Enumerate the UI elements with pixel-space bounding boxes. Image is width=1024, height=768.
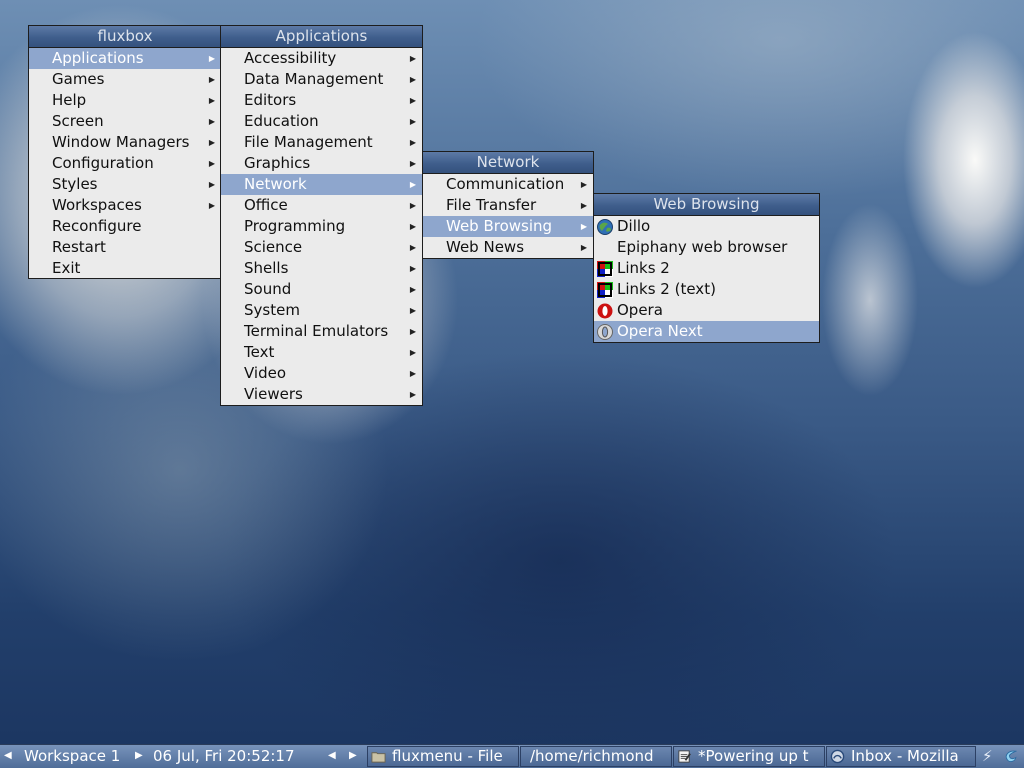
submenu-arrow-icon: ▶ bbox=[409, 264, 416, 273]
menu-item-communication[interactable]: Communication ▶ bbox=[423, 174, 593, 195]
applications-menu: Applications Accessibility ▶ Data Managem… bbox=[220, 25, 423, 406]
submenu-arrow-icon: ▶ bbox=[208, 138, 215, 147]
submenu-arrow-icon: ▶ bbox=[409, 75, 416, 84]
submenu-arrow-icon: ▶ bbox=[409, 243, 416, 252]
menu-item-education[interactable]: Education ▶ bbox=[221, 111, 422, 132]
menu-item-office[interactable]: Office ▶ bbox=[221, 195, 422, 216]
menu-item-configuration[interactable]: Configuration ▶ bbox=[29, 153, 221, 174]
submenu-arrow-icon: ▶ bbox=[208, 201, 215, 210]
dillo-icon bbox=[597, 219, 613, 235]
task-inbox-mozilla[interactable]: Inbox - Mozilla bbox=[826, 746, 976, 767]
opera-next-icon bbox=[597, 324, 613, 340]
submenu-arrow-icon: ▶ bbox=[409, 327, 416, 336]
fluxbox-root-menu: fluxbox Applications ▶ Games ▶ Help ▶ Scree… bbox=[28, 25, 222, 279]
menu-item-restart[interactable]: Restart bbox=[29, 237, 221, 258]
submenu-arrow-icon: ▶ bbox=[409, 390, 416, 399]
workspace-prev-button[interactable]: ◀ bbox=[4, 745, 18, 768]
web-browsing-menu-title: Web Browsing bbox=[594, 194, 819, 216]
submenu-arrow-icon: ▶ bbox=[409, 222, 416, 231]
submenu-arrow-icon: ▶ bbox=[580, 180, 587, 189]
network-menu-title: Network bbox=[423, 152, 593, 174]
links-icon bbox=[597, 261, 613, 277]
submenu-arrow-icon: ▶ bbox=[208, 75, 215, 84]
menu-item-opera-next[interactable]: Opera Next bbox=[594, 321, 819, 342]
submenu-arrow-icon: ▶ bbox=[409, 201, 416, 210]
menu-item-data-management[interactable]: Data Management ▶ bbox=[221, 69, 422, 90]
menu-item-text[interactable]: Text ▶ bbox=[221, 342, 422, 363]
menu-item-video[interactable]: Video ▶ bbox=[221, 363, 422, 384]
workspace-name[interactable]: Workspace 1 bbox=[24, 745, 134, 768]
submenu-arrow-icon: ▶ bbox=[580, 222, 587, 231]
web-browsing-menu: Web Browsing Dillo Epiphany web browser … bbox=[593, 193, 820, 343]
opera-icon bbox=[597, 303, 613, 319]
mail-icon bbox=[830, 749, 845, 764]
menu-item-opera[interactable]: Opera bbox=[594, 300, 819, 321]
menu-item-styles[interactable]: Styles ▶ bbox=[29, 174, 221, 195]
submenu-arrow-icon: ▶ bbox=[580, 243, 587, 252]
menu-item-file-transfer[interactable]: File Transfer ▶ bbox=[423, 195, 593, 216]
menu-item-screen[interactable]: Screen ▶ bbox=[29, 111, 221, 132]
root-menu-title: fluxbox bbox=[29, 26, 221, 48]
links-icon bbox=[597, 282, 613, 298]
menu-item-games[interactable]: Games ▶ bbox=[29, 69, 221, 90]
task-prev-button[interactable]: ◀ bbox=[328, 745, 340, 768]
tray-lightning-icon[interactable]: ⚡ bbox=[982, 745, 998, 768]
submenu-arrow-icon: ▶ bbox=[409, 96, 416, 105]
clock: 06 Jul, Fri 20:52:17 bbox=[153, 747, 295, 765]
menu-item-reconfigure[interactable]: Reconfigure bbox=[29, 216, 221, 237]
menu-item-graphics[interactable]: Graphics ▶ bbox=[221, 153, 422, 174]
menu-item-applications[interactable]: Applications ▶ bbox=[29, 48, 221, 69]
taskbar: ◀ Workspace 1 ▶ 06 Jul, Fri 20:52:17 ◀ ▶… bbox=[0, 744, 1024, 768]
applications-menu-title: Applications bbox=[221, 26, 422, 48]
submenu-arrow-icon: ▶ bbox=[208, 159, 215, 168]
folder-icon bbox=[371, 752, 386, 763]
editor-icon bbox=[678, 750, 691, 763]
submenu-arrow-icon: ▶ bbox=[409, 159, 416, 168]
task-powering-up[interactable]: *Powering up t bbox=[673, 746, 825, 767]
menu-item-terminal-emulators[interactable]: Terminal Emulators ▶ bbox=[221, 321, 422, 342]
submenu-arrow-icon: ▶ bbox=[409, 138, 416, 147]
menu-item-science[interactable]: Science ▶ bbox=[221, 237, 422, 258]
menu-item-accessibility[interactable]: Accessibility ▶ bbox=[221, 48, 422, 69]
submenu-arrow-icon: ▶ bbox=[409, 369, 416, 378]
submenu-arrow-icon: ▶ bbox=[208, 117, 215, 126]
menu-item-viewers[interactable]: Viewers ▶ bbox=[221, 384, 422, 405]
menu-item-web-news[interactable]: Web News ▶ bbox=[423, 237, 593, 258]
menu-item-help[interactable]: Help ▶ bbox=[29, 90, 221, 111]
submenu-arrow-icon: ▶ bbox=[409, 180, 416, 189]
menu-item-network[interactable]: Network ▶ bbox=[221, 174, 422, 195]
menu-item-exit[interactable]: Exit bbox=[29, 258, 221, 279]
submenu-arrow-icon: ▶ bbox=[208, 180, 215, 189]
submenu-arrow-icon: ▶ bbox=[409, 285, 416, 294]
task-home-richmond[interactable]: /home/richmond bbox=[520, 746, 672, 767]
workspace-next-button[interactable]: ▶ bbox=[135, 745, 149, 768]
menu-item-window-managers[interactable]: Window Managers ▶ bbox=[29, 132, 221, 153]
menu-item-workspaces[interactable]: Workspaces ▶ bbox=[29, 195, 221, 216]
menu-item-web-browsing[interactable]: Web Browsing ▶ bbox=[423, 216, 593, 237]
tray-swirl-icon[interactable] bbox=[1002, 748, 1019, 765]
submenu-arrow-icon: ▶ bbox=[409, 54, 416, 63]
menu-item-links-2[interactable]: Links 2 bbox=[594, 258, 819, 279]
submenu-arrow-icon: ▶ bbox=[409, 348, 416, 357]
menu-item-epiphany[interactable]: Epiphany web browser bbox=[594, 237, 819, 258]
menu-item-links-2-text[interactable]: Links 2 (text) bbox=[594, 279, 819, 300]
menu-item-programming[interactable]: Programming ▶ bbox=[221, 216, 422, 237]
submenu-arrow-icon: ▶ bbox=[208, 54, 215, 63]
menu-item-dillo[interactable]: Dillo bbox=[594, 216, 819, 237]
task-next-button[interactable]: ▶ bbox=[349, 745, 361, 768]
task-fluxmenu[interactable]: fluxmenu - File bbox=[367, 746, 519, 767]
submenu-arrow-icon: ▶ bbox=[580, 201, 587, 210]
menu-item-system[interactable]: System ▶ bbox=[221, 300, 422, 321]
menu-item-editors[interactable]: Editors ▶ bbox=[221, 90, 422, 111]
submenu-arrow-icon: ▶ bbox=[409, 117, 416, 126]
menu-item-file-management[interactable]: File Management ▶ bbox=[221, 132, 422, 153]
submenu-arrow-icon: ▶ bbox=[208, 96, 215, 105]
submenu-arrow-icon: ▶ bbox=[409, 306, 416, 315]
network-menu: Network Communication ▶ File Transfer ▶ We… bbox=[422, 151, 594, 259]
menu-item-sound[interactable]: Sound ▶ bbox=[221, 279, 422, 300]
menu-item-shells[interactable]: Shells ▶ bbox=[221, 258, 422, 279]
